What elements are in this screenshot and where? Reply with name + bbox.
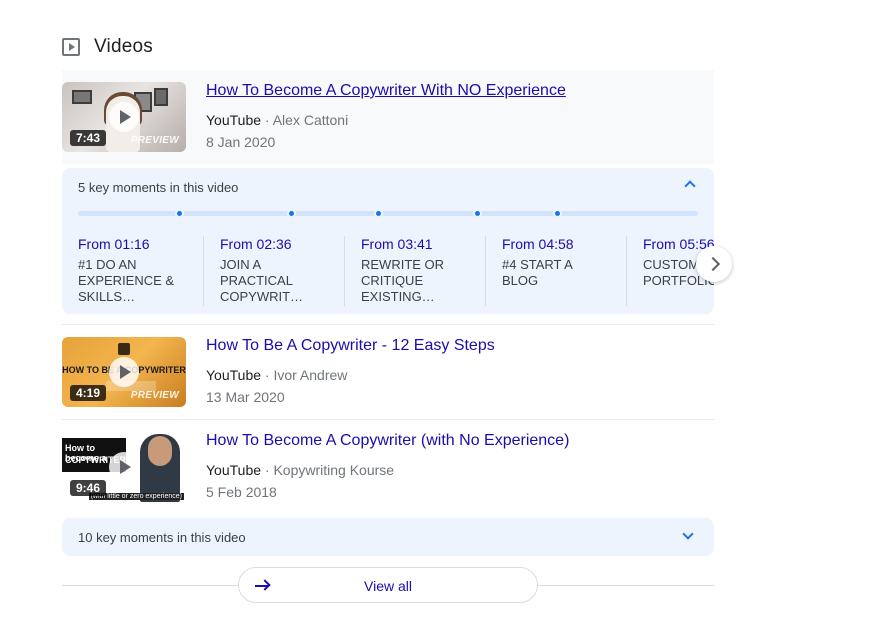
key-moments-header[interactable]: 5 key moments in this video (78, 180, 238, 195)
chevron-right-icon[interactable] (696, 246, 732, 282)
section-title: Videos (94, 36, 153, 57)
video-title-link[interactable]: How To Become A Copywriter (with No Expe… (206, 432, 569, 450)
preview-badge: PREVIEW (130, 390, 179, 401)
key-moment-label: #4 START A BLOG (502, 257, 573, 288)
video-title-link[interactable]: How To Become A Copywriter With NO Exper… (206, 82, 566, 100)
key-moments-collapsed[interactable]: 10 key moments in this video (62, 518, 714, 556)
video-source: YouTube (206, 462, 262, 478)
videos-section-header: Videos (62, 34, 153, 60)
timeline-marker[interactable] (473, 209, 482, 218)
video-author: Kopywriting Kourse (273, 462, 395, 478)
video-author: Ivor Andrew (273, 367, 348, 383)
key-moment-item[interactable]: From 02:36 JOIN A PRACTICAL COPYWRIT… (203, 236, 331, 306)
presenter-face (148, 436, 172, 466)
meta-separator: · (264, 367, 270, 383)
key-moment-item[interactable]: From 03:41 REWRITE OR CRITIQUE EXISTING… (344, 236, 472, 306)
play-square-icon (62, 38, 80, 56)
video-date: 13 Mar 2020 (206, 389, 285, 405)
key-moment-label: #1 DO AN EXPERIENCE & SKILLS… (78, 257, 175, 304)
video-date: 5 Feb 2018 (206, 484, 277, 500)
video-duration: 9:46 (70, 480, 107, 496)
video-thumbnail-1[interactable]: 7:43 PREVIEW (62, 82, 186, 152)
timeline-marker[interactable] (553, 209, 562, 218)
video-result-1[interactable]: 7:43 PREVIEW How To Become A Copywriter … (62, 70, 714, 164)
chevron-down-icon[interactable] (682, 528, 694, 540)
key-moment-item[interactable]: From 01:16 #1 DO AN EXPERIENCE & SKILLS… (62, 236, 190, 306)
key-moments-header: 10 key moments in this video (78, 530, 246, 545)
video-source: YouTube (206, 367, 262, 383)
key-moments-panel: 5 key moments in this video From 01:16 #… (62, 168, 714, 314)
view-all-label: View all (364, 578, 412, 594)
key-moment-time: From 01:16 (78, 236, 150, 252)
video-date: 8 Jan 2020 (206, 134, 276, 150)
preview-badge: PREVIEW (130, 135, 179, 146)
wall-frame (154, 88, 168, 106)
key-moment-time: From 03:41 (361, 236, 433, 252)
video-duration: 7:43 (70, 130, 107, 146)
video-meta: YouTube · Alex Cattoni (206, 112, 348, 128)
meta-separator: · (264, 112, 270, 128)
channel-logo (118, 343, 130, 355)
video-meta: YouTube · Ivor Andrew (206, 367, 347, 383)
key-moment-time: From 02:36 (220, 236, 292, 252)
key-moment-item[interactable]: From 04:58 #4 START A BLOG (485, 236, 613, 306)
key-moment-time: From 04:58 (502, 236, 574, 252)
wall-frame (72, 90, 92, 104)
play-icon[interactable] (109, 357, 139, 387)
play-icon[interactable] (109, 102, 139, 132)
video-thumbnail-2[interactable]: HOW TO BE A COPYWRITER 4:19 PREVIEW (62, 337, 186, 407)
video-result-3[interactable]: How to become a COPYWRITER (with little … (62, 420, 714, 514)
timeline-marker[interactable] (287, 209, 296, 218)
video-title-link[interactable]: How To Be A Copywriter - 12 Easy Steps (206, 337, 495, 355)
play-icon[interactable] (109, 452, 139, 482)
video-duration: 4:19 (70, 385, 107, 401)
key-moment-label: REWRITE OR CRITIQUE EXISTING… (361, 257, 445, 304)
timeline-marker[interactable] (175, 209, 184, 218)
key-moments-timeline[interactable] (78, 211, 698, 216)
chevron-up-icon[interactable] (684, 180, 696, 192)
video-result-2[interactable]: HOW TO BE A COPYWRITER 4:19 PREVIEW How … (62, 325, 714, 419)
video-meta: YouTube · Kopywriting Kourse (206, 462, 394, 478)
key-moment-label: JOIN A PRACTICAL COPYWRIT… (220, 257, 304, 304)
view-all-button[interactable]: View all (238, 567, 538, 603)
video-author: Alex Cattoni (272, 112, 349, 128)
video-source: YouTube (206, 112, 262, 128)
timeline-marker[interactable] (374, 209, 383, 218)
meta-separator: · (264, 462, 270, 478)
video-thumbnail-3[interactable]: How to become a COPYWRITER (with little … (62, 432, 186, 502)
